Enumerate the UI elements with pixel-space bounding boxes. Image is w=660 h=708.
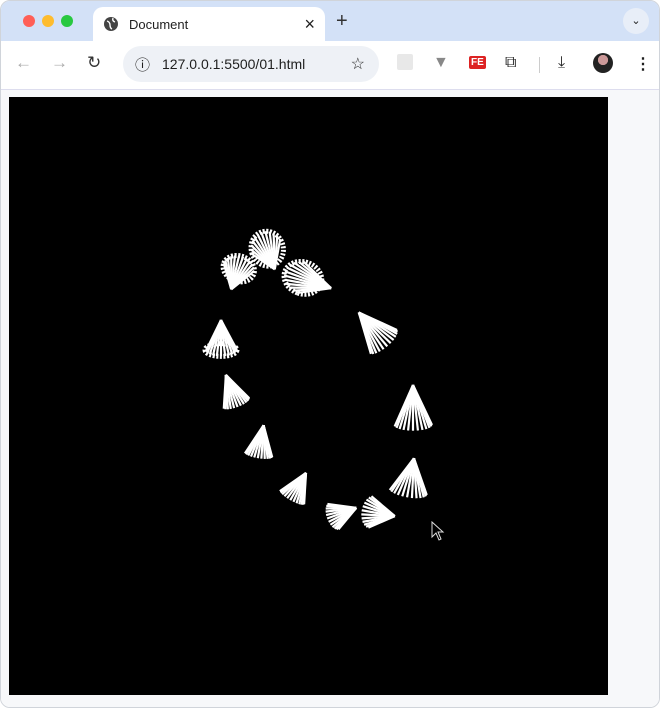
cone-3: [281, 258, 332, 297]
cone-8: [279, 471, 308, 505]
minimize-window-button[interactable]: [42, 15, 54, 27]
cone-9: [325, 502, 358, 531]
download-icon[interactable]: ⤓: [558, 54, 565, 72]
url-text[interactable]: 127.0.0.1:5500/01.html: [162, 56, 305, 72]
maximize-window-button[interactable]: [61, 15, 73, 27]
toolbar: ← → ↻ ⓘ 127.0.0.1:5500/01.html ☆ ▼ FE ⧉ …: [1, 41, 659, 89]
cone-4: [357, 311, 399, 355]
extension-icon[interactable]: [397, 54, 413, 70]
cone-6: [222, 374, 251, 410]
mouse-cursor-icon: [431, 521, 445, 541]
tab-title: Document: [129, 16, 189, 32]
back-button[interactable]: ←: [15, 53, 32, 73]
divider: [539, 57, 540, 73]
bookmark-star-icon[interactable]: ☆: [351, 54, 365, 74]
menu-icon[interactable]: ⋮: [635, 54, 651, 74]
page-content: [1, 89, 659, 707]
reload-button[interactable]: ↻: [87, 53, 101, 73]
forward-button[interactable]: →: [51, 53, 68, 73]
browser-window: Document × + ⌄ ← → ↻ ⓘ 127.0.0.1:5500/01…: [0, 0, 660, 708]
cone-12: [393, 384, 433, 431]
globe-icon: [104, 17, 118, 31]
puzzle-extensions-icon[interactable]: ⧉: [505, 54, 516, 72]
tab-close-icon[interactable]: ×: [304, 14, 315, 35]
tab-bar: Document × + ⌄: [1, 1, 659, 41]
webgl-canvas[interactable]: [9, 97, 608, 695]
cone-5: [202, 319, 240, 359]
vue-extension-icon[interactable]: ▼: [433, 54, 449, 72]
cone-7: [244, 424, 274, 460]
address-bar[interactable]: ⓘ 127.0.0.1:5500/01.html ☆: [123, 46, 379, 82]
cone-10: [361, 495, 396, 529]
profile-avatar[interactable]: [593, 53, 613, 73]
close-window-button[interactable]: [23, 15, 35, 27]
cone-scene: [202, 228, 433, 531]
tab-search-button[interactable]: ⌄: [623, 8, 649, 34]
new-tab-button[interactable]: +: [336, 10, 348, 33]
fe-extension-icon[interactable]: FE: [469, 56, 486, 69]
site-info-icon[interactable]: ⓘ: [135, 54, 150, 75]
cone-11: [388, 457, 428, 499]
tab-document[interactable]: Document ×: [93, 7, 325, 41]
